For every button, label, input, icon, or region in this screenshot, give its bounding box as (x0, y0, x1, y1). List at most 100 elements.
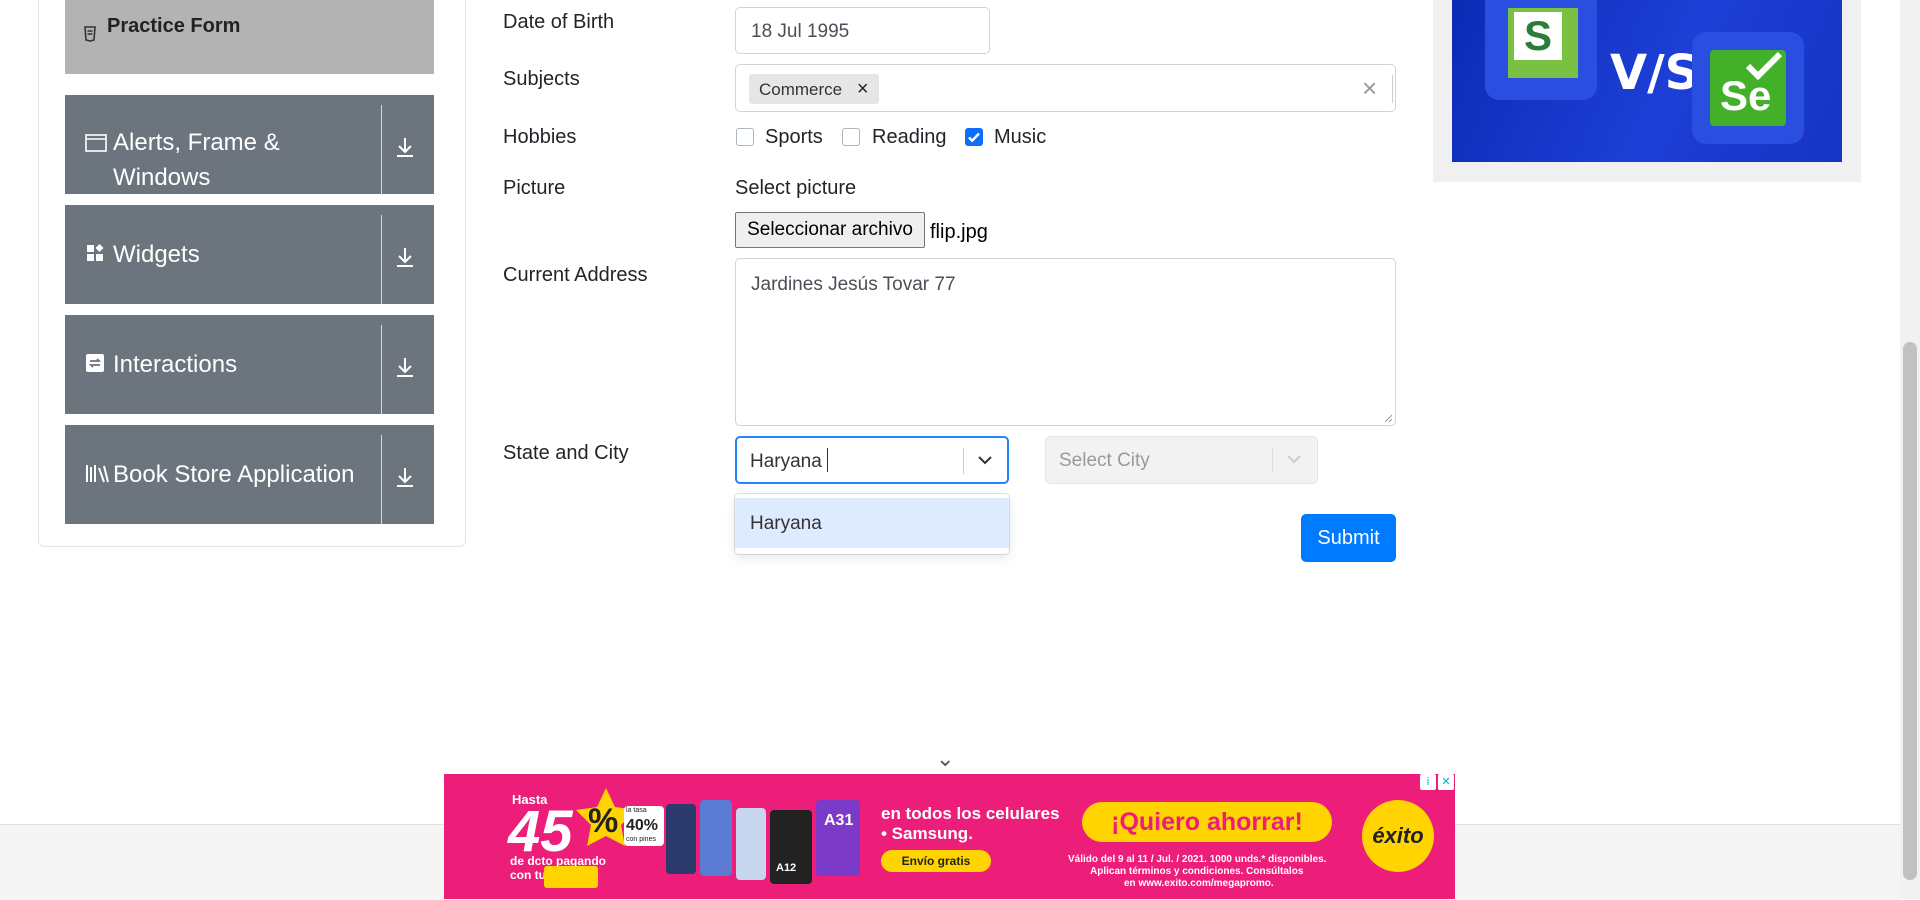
ad-cta-button[interactable]: ¡Quiero ahorrar! (1082, 802, 1332, 842)
check-icon (968, 132, 980, 143)
sidebar-group-label: Book Store Application (113, 461, 355, 488)
ad-small-badge: la tasa 40% con pines (624, 806, 664, 846)
ad-badge-top: la tasa (626, 807, 647, 814)
books-icon (85, 463, 109, 489)
picture-label: Picture (503, 177, 566, 199)
choose-file-button[interactable]: Seleccionar archivo (735, 212, 925, 248)
scrollbar-thumb[interactable] (1903, 342, 1917, 880)
city-select-placeholder: Select City (1059, 450, 1150, 471)
sidebar-group-interactions[interactable]: Interactions (65, 315, 434, 414)
submit-button[interactable]: Submit (1301, 514, 1396, 562)
tool-logo-icon: S (1508, 8, 1578, 78)
sidebar-group-label: Interactions (113, 351, 238, 378)
ad-legal3: en www.exito.com/megapromo. (1124, 878, 1274, 889)
ad-shipping-badge: Envío gratis (881, 850, 991, 872)
sidebar-group-label-line2: Windows (113, 164, 211, 191)
ad-headline2: • Samsung. (881, 824, 973, 843)
dob-label: Date of Birth (503, 11, 615, 33)
divider (1392, 75, 1393, 103)
subjects-label: Subjects (503, 68, 580, 90)
sidebar-item-practice-form[interactable]: Practice Form (65, 0, 434, 74)
dob-input[interactable]: 18 Jul 1995 (735, 7, 990, 54)
chevron-down-icon[interactable]: ⌄ (936, 746, 954, 772)
state-option[interactable]: Haryana (735, 498, 1009, 548)
dob-value: 18 Jul 1995 (751, 21, 850, 42)
phone: A12 (770, 810, 812, 884)
phone-label: A31 (824, 812, 854, 829)
phone (700, 800, 732, 876)
state-option-label: Haryana (750, 513, 822, 534)
ad-legal2: Aplican términos y condiciones. Consúlta… (1090, 866, 1304, 877)
subject-tag-label: Commerce (759, 80, 843, 99)
address-label: Current Address (503, 264, 648, 286)
divider (1272, 447, 1273, 473)
sidebar-group-label: Widgets (113, 241, 200, 268)
sidebar-group-widgets[interactable]: Widgets (65, 205, 434, 304)
ad-sub2: con tu (510, 868, 546, 882)
scrollbar[interactable] (1900, 0, 1920, 899)
chevron-down-icon[interactable] (977, 453, 993, 467)
versus-text: V/S (1610, 45, 1700, 101)
check-icon (1745, 52, 1783, 81)
hobbies-label: Hobbies (503, 126, 577, 148)
ad-badge-bottom: con pines (626, 836, 656, 843)
ad-cta-label: ¡Quiero ahorrar! (1111, 808, 1303, 836)
ad-badge-pct: 40% (626, 817, 659, 834)
hobby-sports-label[interactable]: Sports (765, 126, 823, 149)
chevron-down-icon (1287, 455, 1301, 464)
download-icon[interactable] (394, 245, 424, 275)
resize-handle-icon[interactable] (1383, 413, 1393, 423)
divider (381, 325, 382, 414)
file-name: flip.jpg (930, 221, 988, 243)
address-textarea[interactable]: Jardines Jesús Tovar 77 (735, 258, 1396, 426)
divider (381, 215, 382, 304)
city-select[interactable]: Select City (1045, 436, 1318, 484)
tool-logo-letter: S (1514, 12, 1562, 60)
phone (666, 804, 696, 874)
selenium-logo-tile: Se (1692, 32, 1804, 144)
hobby-music-label[interactable]: Music (994, 126, 1046, 149)
state-select-value: Haryana (750, 451, 822, 472)
ad-info-icon[interactable]: i (1420, 774, 1436, 790)
address-value: Jardines Jesús Tovar 77 (751, 274, 956, 295)
state-select[interactable]: Haryana (735, 436, 1009, 484)
picture-caption: Select picture (735, 177, 857, 199)
clear-icon[interactable]: × (1362, 73, 1377, 104)
phones-image: A12 A31 (666, 800, 866, 884)
subjects-input[interactable]: Commerce × × (735, 64, 1396, 112)
window-icon (85, 133, 107, 159)
ad-legal1: Válido del 9 al 11 / Jul. / 2021. 1000 u… (1068, 854, 1327, 865)
ad-shipping-text: Envío gratis (901, 854, 971, 868)
ad-headline1: en todos los celulares (881, 804, 1060, 823)
sidebar-group-label: Alerts, Frame & (113, 129, 280, 156)
form-icon (83, 26, 97, 45)
widgets-icon (85, 243, 105, 269)
download-icon[interactable] (394, 465, 424, 495)
sidebar-group-alerts[interactable]: Alerts, Frame & Windows (65, 95, 434, 194)
divider (381, 435, 382, 524)
download-icon[interactable] (394, 355, 424, 385)
ad-close-icon[interactable]: ✕ (1438, 774, 1454, 790)
divider (381, 105, 382, 194)
download-icon[interactable] (394, 135, 424, 165)
text-cursor (827, 448, 828, 472)
state-dropdown-menu: Haryana (735, 494, 1009, 554)
sidebar-group-book-store[interactable]: Book Store Application (65, 425, 434, 524)
selenium-logo-icon: Se (1710, 50, 1786, 126)
exito-logo: éxito (1362, 800, 1434, 872)
sidebar-item-label: Practice Form (107, 15, 241, 37)
ad-bottom-banner[interactable]: Hasta 45 % la tasa 40% con pines de dcto… (444, 774, 1455, 899)
phone (736, 808, 766, 880)
payment-card-image (544, 866, 598, 888)
exito-logo-text: éxito (1372, 823, 1424, 848)
hobby-reading-checkbox[interactable] (842, 128, 860, 146)
ad-right-banner[interactable]: S V/S Se (1452, 0, 1842, 162)
phone: A31 (816, 800, 860, 876)
phone-label: A12 (776, 862, 797, 874)
tag-remove-icon[interactable]: × (857, 78, 869, 100)
interactions-icon (85, 353, 105, 379)
hobby-sports-checkbox[interactable] (736, 128, 754, 146)
state-city-label: State and City (503, 442, 629, 464)
hobby-music-checkbox[interactable] (965, 128, 983, 146)
hobby-reading-label[interactable]: Reading (872, 126, 947, 149)
